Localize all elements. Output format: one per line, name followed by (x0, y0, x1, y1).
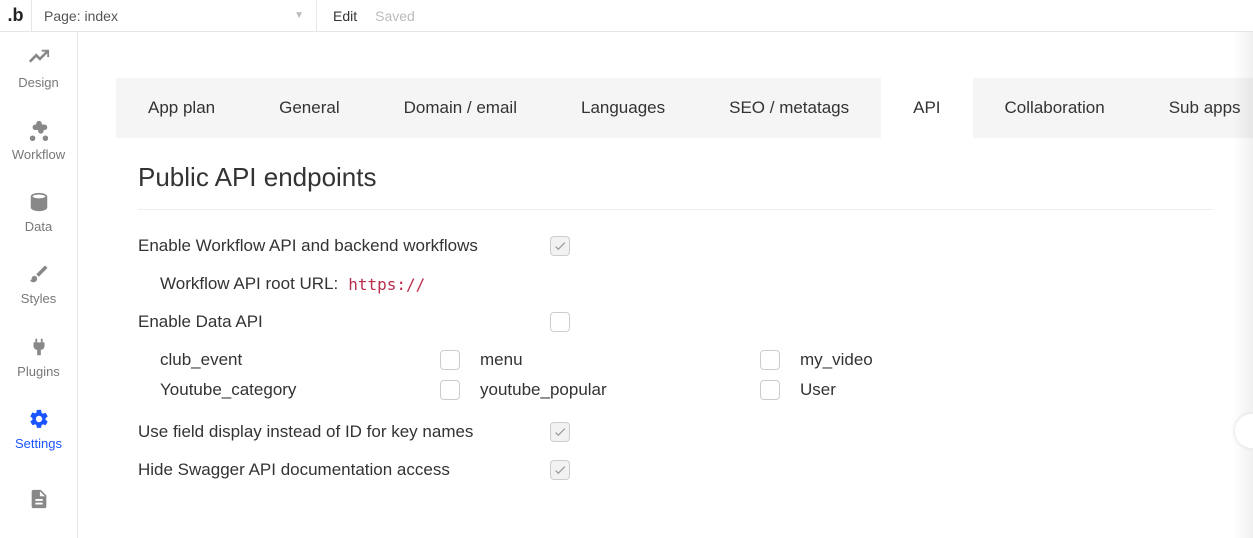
sidebar-item-label: Data (25, 219, 52, 234)
plugins-icon (28, 336, 50, 358)
tab-collaboration[interactable]: Collaboration (973, 78, 1137, 138)
row-use-field-display: Use field display instead of ID for key … (138, 422, 1253, 442)
tab-domain-email[interactable]: Domain / email (372, 78, 549, 138)
edit-link[interactable]: Edit (333, 8, 357, 24)
sidebar-item-data[interactable]: Data (0, 177, 77, 249)
sidebar-item-logs[interactable] (0, 466, 77, 538)
sidebar-item-label: Settings (15, 436, 62, 451)
data-type-label: User (800, 380, 1080, 400)
sidebar-item-workflow[interactable]: Workflow (0, 104, 77, 176)
sidebar-item-settings[interactable]: Settings (0, 393, 77, 465)
data-type-label: menu (480, 350, 760, 370)
styles-icon (28, 263, 50, 285)
data-types-grid: club_event menu my_video Youtube_categor… (160, 350, 1253, 400)
enable-data-label: Enable Data API (138, 312, 550, 332)
app-logo[interactable]: .b (0, 0, 32, 32)
sidebar: Design Workflow Data Styles Plugins Sett… (0, 32, 78, 538)
main-area: App plan General Domain / email Language… (78, 32, 1253, 538)
section-title: Public API endpoints (138, 162, 1213, 210)
data-type-label: my_video (800, 350, 1080, 370)
root-url-label: Workflow API root URL: (160, 274, 338, 294)
sidebar-item-plugins[interactable]: Plugins (0, 321, 77, 393)
sidebar-item-label: Workflow (12, 147, 65, 162)
row-hide-swagger: Hide Swagger API documentation access (138, 460, 1253, 480)
use-field-display-checkbox[interactable] (550, 422, 570, 442)
sidebar-item-design[interactable]: Design (0, 32, 77, 104)
tab-app-plan[interactable]: App plan (116, 78, 247, 138)
enable-data-checkbox[interactable] (550, 312, 570, 332)
data-type-checkbox-youtube-popular[interactable] (760, 380, 780, 400)
settings-icon (28, 408, 50, 430)
hide-swagger-checkbox[interactable] (550, 460, 570, 480)
hide-swagger-label: Hide Swagger API documentation access (138, 460, 550, 480)
data-type-label: club_event (160, 350, 440, 370)
data-type-checkbox-youtube-category[interactable] (440, 380, 460, 400)
saved-status: Saved (375, 8, 415, 24)
data-type-checkbox-menu[interactable] (760, 350, 780, 370)
tab-languages[interactable]: Languages (549, 78, 697, 138)
enable-workflow-checkbox[interactable] (550, 236, 570, 256)
data-type-label: youtube_popular (480, 380, 760, 400)
data-type-checkbox-club-event[interactable] (440, 350, 460, 370)
design-icon (28, 47, 50, 69)
row-workflow-root-url: Workflow API root URL: https:// (160, 274, 1253, 294)
page-selector[interactable]: Page: index ▼ (32, 0, 317, 31)
settings-content: Public API endpoints Enable Workflow API… (78, 138, 1253, 480)
root-url-value: https:// (348, 275, 425, 294)
edit-saved-area: Edit Saved (317, 8, 431, 24)
sidebar-item-styles[interactable]: Styles (0, 249, 77, 321)
data-icon (28, 191, 50, 213)
page-selector-label: Page: index (44, 8, 118, 24)
tab-general[interactable]: General (247, 78, 371, 138)
row-enable-data-api: Enable Data API (138, 312, 1253, 332)
use-field-display-label: Use field display instead of ID for key … (138, 422, 550, 442)
settings-tabs: App plan General Domain / email Language… (116, 78, 1253, 138)
row-enable-workflow-api: Enable Workflow API and backend workflow… (138, 236, 1253, 256)
sidebar-item-label: Styles (21, 291, 56, 306)
sidebar-item-label: Plugins (17, 364, 60, 379)
topbar: .b Page: index ▼ Edit Saved (0, 0, 1253, 32)
workflow-icon (28, 119, 50, 141)
enable-workflow-label: Enable Workflow API and backend workflow… (138, 236, 550, 256)
tab-seo-metatags[interactable]: SEO / metatags (697, 78, 881, 138)
data-type-label: Youtube_category (160, 380, 440, 400)
logs-icon (28, 488, 50, 510)
chevron-down-icon: ▼ (294, 10, 304, 21)
tab-sub-apps[interactable]: Sub apps (1137, 78, 1253, 138)
sidebar-item-label: Design (18, 75, 58, 90)
tab-api[interactable]: API (881, 78, 972, 138)
